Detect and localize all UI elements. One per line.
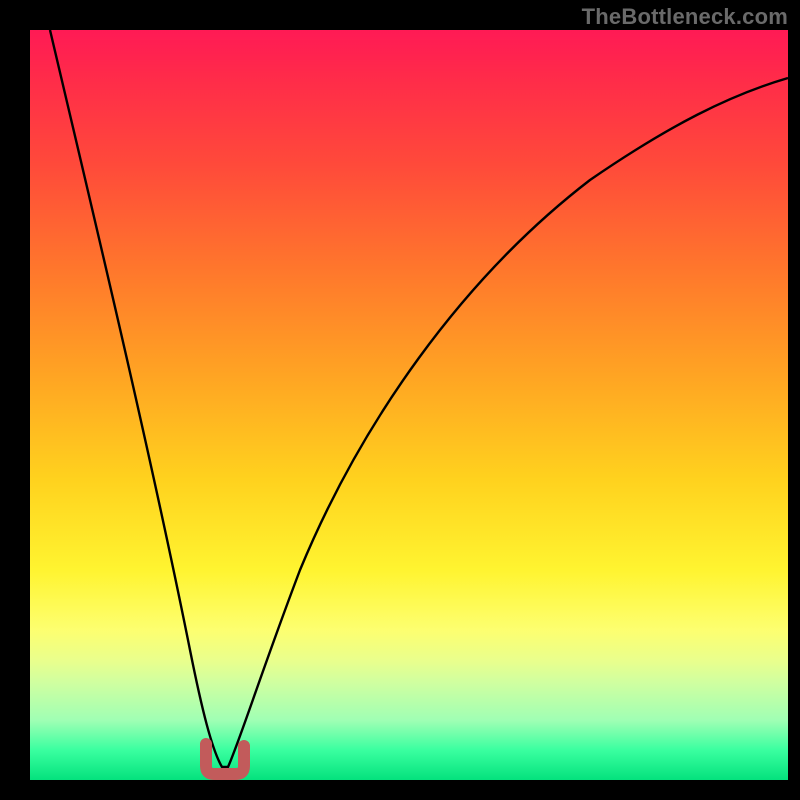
minimum-marker	[206, 744, 244, 774]
watermark-text: TheBottleneck.com	[582, 4, 788, 30]
curve-svg	[30, 30, 788, 780]
chart-frame: TheBottleneck.com	[0, 0, 800, 800]
plot-area	[30, 30, 788, 780]
bottleneck-curve-path	[50, 30, 788, 767]
